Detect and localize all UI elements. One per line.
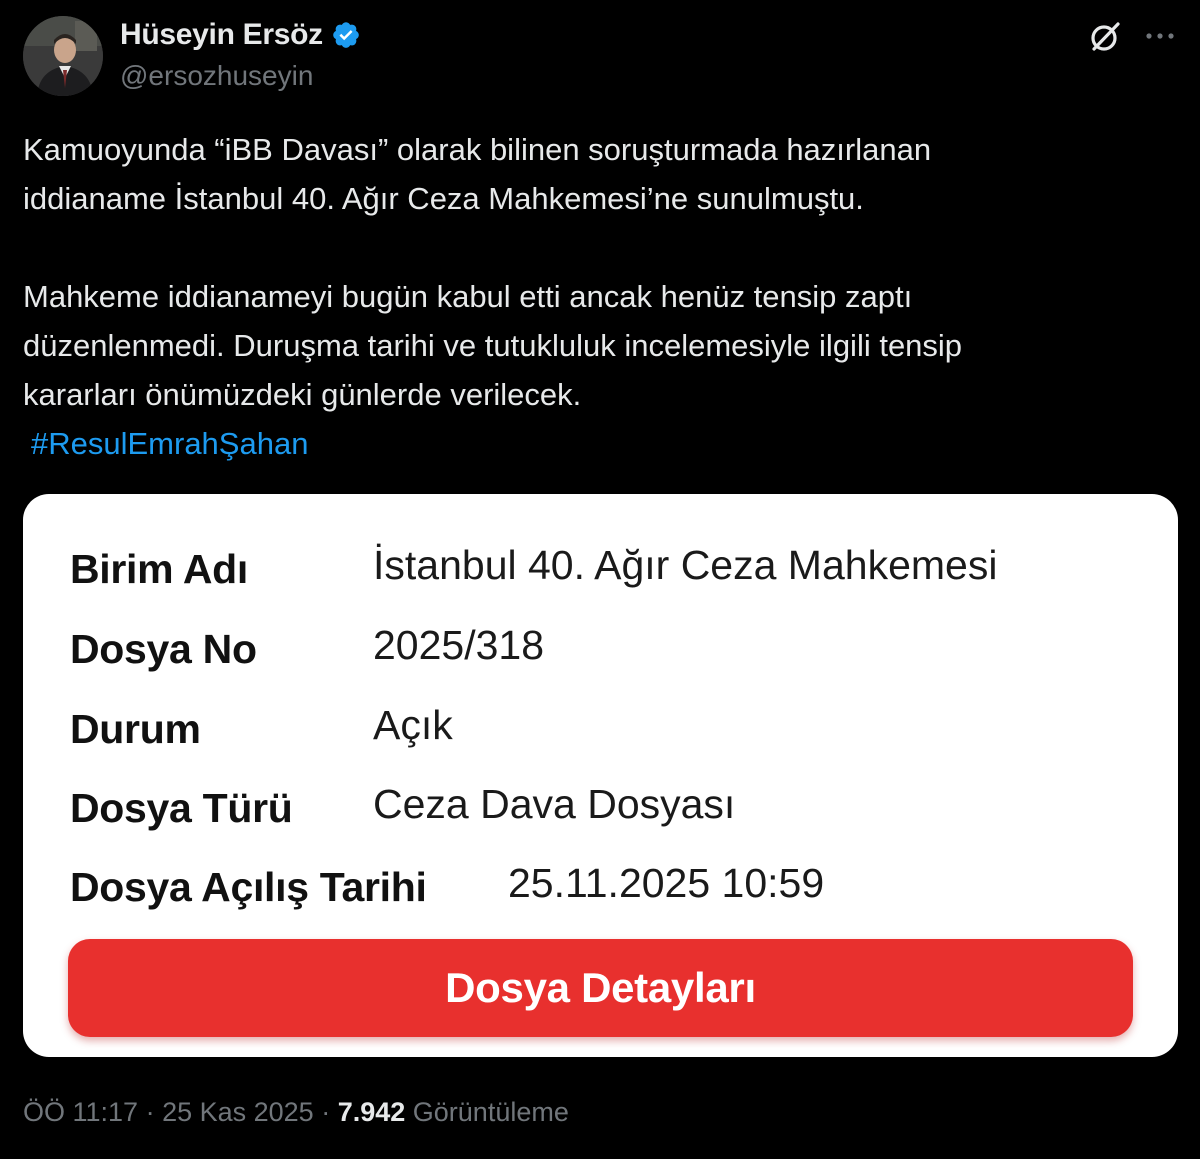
tweet-text-line: Kamuoyunda “iBB Davası” olarak bilinen s… (23, 132, 932, 167)
case-row-value: 25.11.2025 10:59 (508, 860, 825, 906)
verified-badge-icon (331, 20, 361, 50)
case-row-dosya-no: Dosya No (70, 619, 257, 679)
embedded-image-case-card[interactable]: Birim Adı İstanbul 40. Ağır Ceza Mahkeme… (23, 494, 1178, 1057)
tweet-meta: ÖÖ 11:17 · 25 Kas 2025 · 7.942 Görüntüle… (23, 1092, 569, 1132)
tweet-date[interactable]: 25 Kas 2025 (162, 1097, 314, 1127)
avatar[interactable] (23, 16, 103, 96)
case-row-birim: Birim Adı (70, 539, 248, 599)
case-row-value: Açık (373, 702, 453, 748)
case-row-acilis-tarihi: Dosya Açılış Tarihi (70, 857, 427, 917)
case-row-value: İstanbul 40. Ağır Ceza Mahkemesi (373, 542, 998, 588)
hashtag-link[interactable]: #ResulEmrahŞahan (23, 426, 308, 461)
tweet-text-line: iddianame İstanbul 40. Ağır Ceza Mahkeme… (23, 181, 864, 216)
author-name-row[interactable]: Hüseyin Ersöz (120, 15, 361, 55)
case-row-durum: Durum (70, 699, 201, 759)
author-display-name[interactable]: Hüseyin Ersöz (120, 15, 323, 55)
dosya-detaylari-button[interactable]: Dosya Detayları (68, 939, 1133, 1037)
tweet-time[interactable]: ÖÖ 11:17 (23, 1097, 138, 1127)
case-row-value: 2025/318 (373, 622, 545, 668)
tweet-text-line: kararları önümüzdeki günlerde verilecek. (23, 377, 582, 412)
tweet-text: Kamuoyunda “iBB Davası” olarak bilinen s… (23, 125, 1173, 468)
tweet-text-line: Mahkeme iddianameyi bugün kabul etti anc… (23, 279, 913, 314)
meta-separator: · (313, 1097, 338, 1127)
case-row-value: Ceza Dava Dosyası (373, 781, 736, 827)
avatar-photo (23, 16, 103, 96)
views-count: 7.942 (337, 1097, 406, 1127)
tweet: Hüseyin Ersöz @ersozhuseyin Kamuoyunda “… (0, 0, 1200, 1159)
case-row-label: Dosya Türü (70, 784, 293, 831)
views-label: Görüntüleme (405, 1097, 569, 1127)
more-options-icon[interactable] (1142, 24, 1178, 48)
case-row-label: Birim Adı (70, 545, 249, 592)
meta-separator: · (138, 1097, 163, 1127)
case-row-label: Dosya No (70, 625, 257, 672)
case-row-label: Dosya Açılış Tarihi (70, 863, 427, 910)
grok-icon[interactable] (1088, 20, 1122, 54)
dosya-detaylari-label: Dosya Detayları (445, 964, 756, 1011)
tweet-text-line: düzenlenmedi. Duruşma tarihi ve tutuklul… (23, 328, 963, 363)
case-row-dosya-turu: Dosya Türü (70, 778, 293, 838)
case-row-label: Durum (70, 705, 201, 752)
author-handle[interactable]: @ersozhuseyin (120, 58, 313, 94)
